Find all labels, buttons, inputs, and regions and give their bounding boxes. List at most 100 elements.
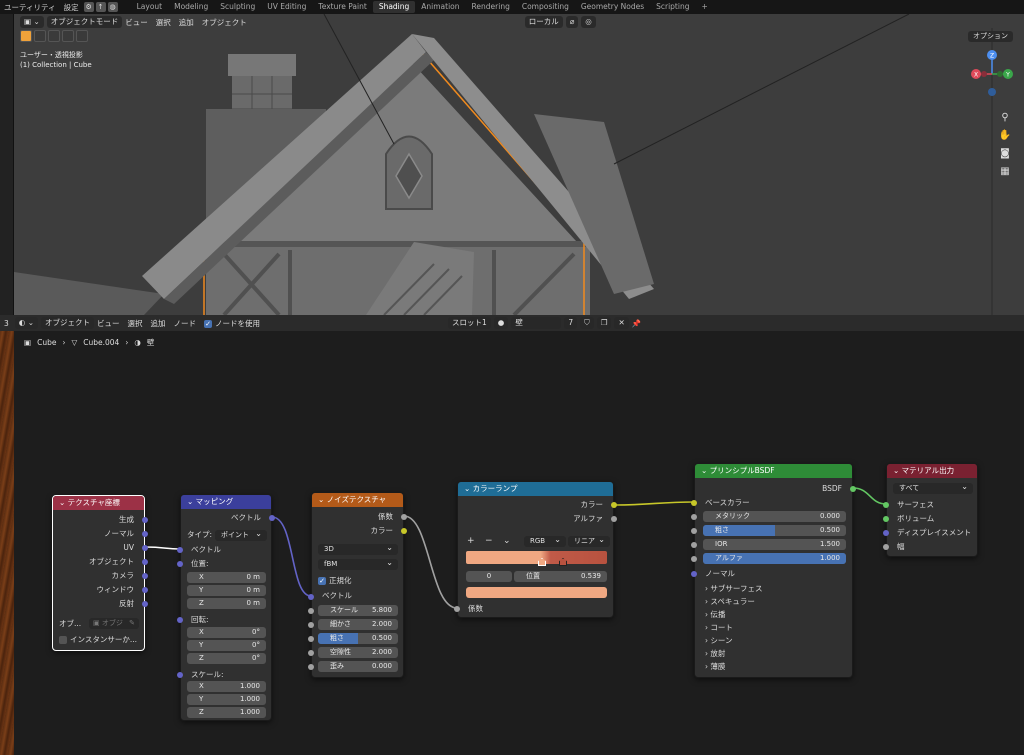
ior-field[interactable]: IOR 1.500 — [703, 539, 846, 550]
select-intersect-icon[interactable] — [76, 30, 88, 42]
panel-subsurface[interactable]: › サブサーフェス — [705, 583, 762, 594]
panel-transmission[interactable]: › 伝播 — [705, 609, 725, 620]
location-x-field[interactable]: X 0 m — [187, 572, 266, 583]
upload-icon[interactable]: ↑ — [95, 2, 106, 12]
collapse-chevron-icon[interactable]: ⌄ — [701, 466, 710, 475]
menu-object[interactable]: オブジェクト — [202, 17, 247, 28]
node-header[interactable]: ⌄ プリンシプルBSDF — [695, 464, 852, 478]
socket-normal[interactable] — [691, 571, 697, 577]
socket-roughness[interactable] — [691, 528, 697, 534]
socket-reflection[interactable] — [142, 601, 148, 607]
add-stop-button[interactable]: + — [467, 535, 475, 547]
socket-metallic[interactable] — [691, 514, 697, 520]
socket-bsdf-out[interactable] — [850, 486, 856, 492]
scale-z-field[interactable]: Z 1.000 — [187, 707, 266, 718]
select-new-icon[interactable] — [34, 30, 46, 42]
menu-select[interactable]: 選択 — [156, 17, 171, 28]
node-header[interactable]: ⌄ カラーランプ — [458, 482, 613, 496]
scale-y-field[interactable]: Y 1.000 — [187, 694, 266, 705]
socket-surface[interactable] — [883, 502, 889, 508]
dimensions-dropdown[interactable]: 3D — [318, 542, 398, 555]
socket-color-out[interactable] — [611, 502, 617, 508]
location-z-field[interactable]: Z 0 m — [187, 598, 266, 609]
navigation-gizmo[interactable]: Z Y X — [964, 46, 1020, 106]
collapse-chevron-icon[interactable]: ⌄ — [59, 498, 68, 507]
pan-hand-icon[interactable]: ✋ — [998, 130, 1012, 144]
object-field[interactable]: ▣ オブジ ✎ — [89, 618, 139, 629]
collapse-chevron-icon[interactable]: ⌄ — [318, 495, 327, 504]
tab-compositing[interactable]: Compositing — [516, 1, 575, 13]
ramp-menu-button[interactable]: ⌄ — [503, 535, 511, 547]
node-header[interactable]: ⌄ マテリアル出力 — [887, 464, 977, 478]
socket-distortion[interactable] — [308, 664, 314, 670]
socket-vector-in[interactable] — [177, 547, 183, 553]
noise-type-dropdown[interactable]: fBM — [318, 557, 398, 570]
socket-scale[interactable] — [308, 608, 314, 614]
metallic-field[interactable]: メタリック 0.000 — [703, 511, 846, 522]
breadcrumb-mesh[interactable]: Cube.004 — [83, 338, 119, 347]
remove-stop-button[interactable]: − — [485, 535, 493, 547]
node-header[interactable]: ⌄ ノイズテクスチャ — [312, 493, 403, 507]
socket-generated[interactable] — [142, 517, 148, 523]
add-tab-button[interactable]: + — [695, 1, 713, 13]
options-button[interactable]: オプション — [968, 31, 1013, 42]
rotation-y-field[interactable]: Y 0° — [187, 640, 266, 651]
tab-rendering[interactable]: Rendering — [466, 1, 516, 13]
collapse-chevron-icon[interactable]: ⌄ — [893, 466, 902, 475]
panel-specular[interactable]: › スペキュラー — [705, 596, 755, 607]
socket-color-out[interactable] — [401, 528, 407, 534]
panel-emission[interactable]: › 放射 — [705, 648, 725, 659]
material-name-field[interactable]: 壁 — [511, 317, 562, 329]
snap-icon[interactable]: ⌀ — [565, 16, 579, 28]
output-target-dropdown[interactable]: すべて — [893, 481, 973, 494]
socket-factor-out[interactable] — [401, 514, 407, 520]
tab-geometry-nodes[interactable]: Geometry Nodes — [575, 1, 650, 13]
select-box-icon[interactable] — [20, 30, 32, 42]
socket-factor-in[interactable] — [454, 606, 460, 612]
instancer-checkbox[interactable]: インスタンサーか... — [59, 634, 137, 646]
socket-detail[interactable] — [308, 622, 314, 628]
menu-node[interactable]: ノード — [174, 318, 197, 329]
tab-uv-editing[interactable]: UV Editing — [261, 1, 312, 13]
socket-thickness[interactable] — [883, 544, 889, 550]
socket-lacunarity[interactable] — [308, 650, 314, 656]
socket-location[interactable] — [177, 561, 183, 567]
menu-select[interactable]: 選択 — [128, 318, 143, 329]
node-mapping[interactable]: ⌄ マッピング ベクトル タイプ: ポイント ベクトル 位置: X 0 m Y 0 … — [177, 494, 275, 721]
menu-add[interactable]: 追加 — [151, 318, 166, 329]
editor-type-button[interactable]: ▣ ⌄ — [20, 16, 44, 28]
node-principled-bsdf[interactable]: ⌄ プリンシプルBSDF BSDF ベースカラー メタリック 0.000 粗さ 0.… — [691, 463, 856, 678]
panel-coat[interactable]: › コート — [705, 622, 733, 633]
select-subtract-icon[interactable] — [62, 30, 74, 42]
breadcrumb-material[interactable]: 壁 — [147, 337, 155, 348]
proportional-edit-icon[interactable]: ◎ — [581, 16, 596, 28]
panel-thin-film[interactable]: › 薄膜 — [705, 661, 725, 672]
gear-icon[interactable]: ⚙ — [83, 2, 94, 12]
socket-object[interactable] — [142, 559, 148, 565]
zoom-icon[interactable]: ⚲ — [998, 112, 1012, 126]
tab-sculpting[interactable]: Sculpting — [214, 1, 261, 13]
select-extend-icon[interactable] — [48, 30, 60, 42]
fake-user-shield-icon[interactable]: ⛉ — [580, 317, 594, 329]
node-color-ramp[interactable]: ⌄ カラーランプ カラー アルファ + − ⌄ RGB リニア 0 位置 0.53… — [454, 481, 617, 618]
tab-scripting[interactable]: Scripting — [650, 1, 695, 13]
stop-color-swatch[interactable] — [466, 587, 607, 598]
orientation-dropdown[interactable]: ローカル — [524, 16, 563, 28]
tab-layout[interactable]: Layout — [131, 1, 169, 13]
alpha-field[interactable]: アルファ 1.000 — [703, 553, 846, 564]
node-header[interactable]: ⌄ テクスチャ座標 — [53, 496, 144, 510]
socket-normal[interactable] — [142, 531, 148, 537]
collapse-chevron-icon[interactable]: ⌄ — [464, 484, 473, 493]
use-nodes-checkbox[interactable]: ✓ ノードを使用 — [204, 318, 260, 329]
color-mode-dropdown[interactable]: RGB — [524, 534, 566, 547]
camera-icon[interactable]: ◙ — [998, 148, 1012, 162]
socket-base-color[interactable] — [691, 500, 697, 506]
socket-vector-in[interactable] — [308, 594, 314, 600]
distortion-field[interactable]: 歪み 0.000 — [318, 661, 398, 672]
tab-modeling[interactable]: Modeling — [168, 1, 214, 13]
globe-icon[interactable]: ◍ — [107, 2, 118, 12]
socket-scale[interactable] — [177, 672, 183, 678]
type-dropdown[interactable]: ポイント — [215, 528, 267, 541]
menu-utility[interactable]: ユーティリティ — [0, 2, 60, 13]
scale-field[interactable]: スケール 5.800 — [318, 605, 398, 616]
